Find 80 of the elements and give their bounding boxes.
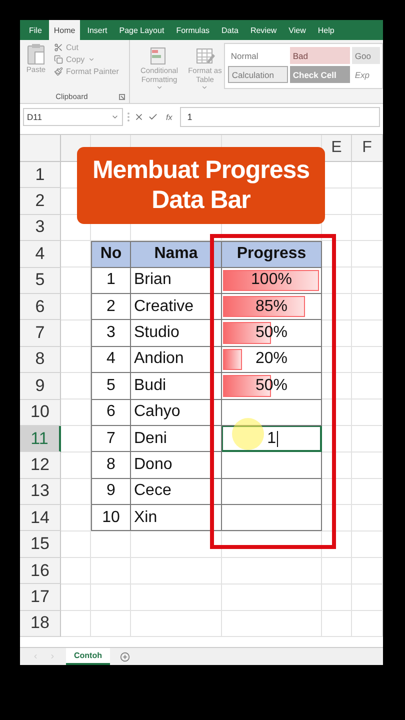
table-header: Progress (222, 241, 322, 268)
row-header[interactable]: 2 (20, 188, 61, 215)
caret-icon (111, 113, 119, 121)
row-header[interactable]: 4 (20, 241, 61, 268)
table-cell: Dono (131, 452, 222, 479)
cell-style-option[interactable]: Calculation (228, 66, 288, 83)
ribbon-tab[interactable]: Insert (82, 20, 112, 40)
banner-title: Membuat Progress (92, 157, 310, 184)
ribbon-tab[interactable]: Review (245, 20, 282, 40)
ribbon-tab[interactable]: File (24, 20, 47, 40)
table-cell: 4 (91, 346, 131, 374)
row-header[interactable]: 18 (20, 610, 61, 638)
insert-function-button[interactable]: fx (162, 112, 176, 122)
cell-style-option[interactable]: Bad (290, 47, 350, 64)
name-box[interactable]: D11 (23, 108, 123, 126)
row-header[interactable]: 14 (20, 505, 61, 532)
enter-icon[interactable] (148, 112, 158, 122)
caret-icon (156, 84, 163, 91)
cell-value: 1 (267, 430, 276, 448)
row-header[interactable]: 15 (20, 531, 61, 558)
banner-title: Data Bar (152, 186, 250, 214)
table-cell: 3 (91, 320, 131, 347)
progress-value: 85% (255, 298, 288, 316)
table-cell: Studio (131, 320, 222, 347)
row-header[interactable]: 1 (20, 162, 61, 188)
ribbon-tab[interactable]: Help (312, 20, 340, 40)
row-header[interactable]: 3 (20, 214, 61, 242)
row-header[interactable]: 6 (20, 294, 61, 320)
row-header[interactable]: 16 (20, 558, 61, 584)
table-cell: Creative (131, 294, 222, 320)
paintbrush-icon (54, 67, 63, 76)
table-cell: Andion (131, 346, 222, 374)
progress-value: 20% (255, 350, 288, 368)
table-cell: 10 (91, 505, 131, 532)
ribbon-tab[interactable]: Data (216, 20, 244, 40)
table-cell: 8 (91, 452, 131, 479)
caret-icon (88, 56, 95, 63)
add-sheet-icon[interactable] (120, 652, 130, 662)
ribbon-tab[interactable]: View (284, 20, 311, 40)
row-header[interactable]: 9 (20, 373, 61, 400)
row-header[interactable]: 10 (20, 400, 61, 426)
ribbon-tab[interactable]: Formulas (171, 20, 215, 40)
table-cell: Brian (131, 268, 222, 294)
table-cell: Xin (131, 505, 222, 532)
row-header[interactable]: 17 (20, 584, 61, 611)
formula-input[interactable]: 1 (180, 107, 380, 127)
table-cell: Budi (131, 373, 222, 400)
table-cell: 6 (91, 400, 131, 426)
ribbon-tab[interactable]: Page Layout (114, 20, 170, 40)
sheet-tab[interactable]: Contoh (66, 648, 110, 665)
table-cell: 7 (91, 426, 131, 452)
scissors-icon (54, 43, 63, 52)
table-cell: Cahyo (131, 400, 222, 426)
caret-icon (201, 84, 208, 91)
copy-icon (54, 55, 63, 64)
table-cell: 2 (91, 294, 131, 320)
cancel-icon[interactable] (134, 112, 144, 122)
text-cursor (277, 430, 278, 447)
cursor-highlight (232, 418, 264, 450)
cell-style-option[interactable]: Goo (352, 47, 380, 64)
table-cell: Deni (131, 426, 222, 452)
row-header[interactable]: 12 (20, 452, 61, 479)
row-header[interactable]: 5 (20, 268, 61, 294)
active-cell[interactable]: 1 (221, 424, 322, 452)
grip-icon (127, 112, 130, 122)
table-header: No (91, 241, 131, 268)
table-header: Nama (131, 241, 222, 268)
row-header[interactable]: 13 (20, 478, 61, 506)
progress-value: 100% (251, 271, 292, 290)
table-cell: 1 (91, 268, 131, 294)
table-cell: Cece (131, 478, 222, 506)
table-icon (194, 46, 215, 66)
table-cell: 9 (91, 478, 131, 506)
ribbon-tab[interactable]: Home (48, 20, 80, 40)
row-header[interactable]: 11 (20, 426, 61, 452)
row-header[interactable]: 8 (20, 346, 61, 374)
row-header[interactable]: 7 (20, 320, 61, 347)
dialog-launcher-icon[interactable] (119, 94, 126, 100)
clipboard-icon (26, 43, 46, 65)
table-cell: 5 (91, 373, 131, 400)
